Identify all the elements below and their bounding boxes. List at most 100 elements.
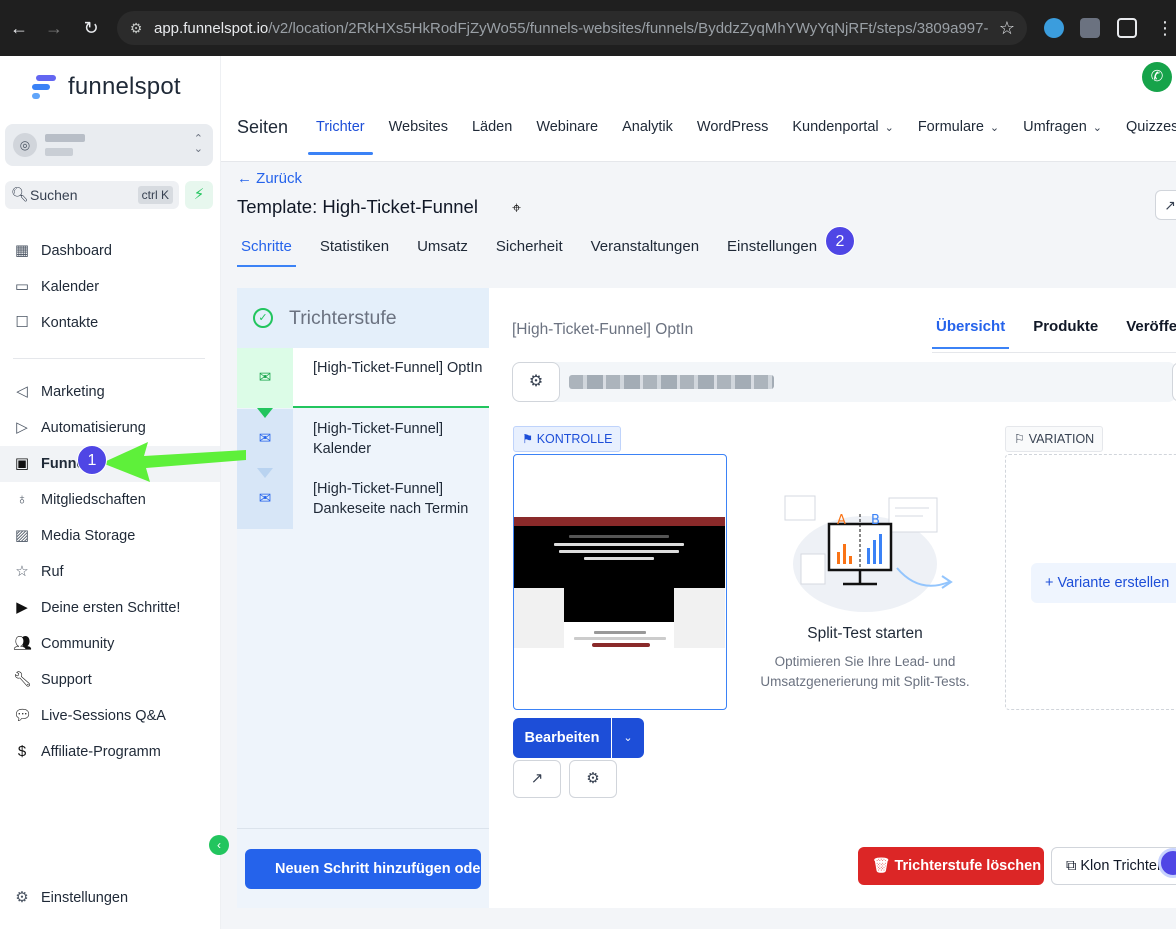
subtab-umsatz[interactable]: Umsatz (413, 236, 472, 267)
tab-label: Trichter (316, 119, 365, 135)
annotation-badge-1: 1 (77, 445, 107, 475)
bookmark-star-icon[interactable]: ☆ (999, 18, 1015, 39)
tab-wordpress[interactable]: WordPress (689, 111, 776, 151)
edit-dropdown-chevron-icon[interactable]: ⌄ (612, 718, 644, 758)
chevron-down-icon: ⌄ (989, 122, 1000, 134)
subtab-statistiken[interactable]: Statistiken (316, 236, 393, 267)
preview-text-line (569, 535, 669, 538)
step-item-optin[interactable]: ✉ [High-Ticket-Funnel] OptIn (237, 348, 489, 408)
quick-actions-bolt-icon[interactable]: ⚡ (185, 181, 213, 209)
subtab-schritte[interactable]: Schritte (237, 236, 296, 267)
menu-dots-icon[interactable]: ⋮ (1154, 17, 1176, 39)
phone-icon[interactable]: ✆ (1142, 62, 1172, 92)
tab-veroeffentlichen[interactable]: Veröffentli (1122, 318, 1176, 349)
sidebar-item-marketing[interactable]: ◁ Marketing (0, 374, 220, 410)
tab-quizzes[interactable]: Quizzes (1118, 111, 1176, 151)
open-external-icon[interactable]: ↗ (1155, 190, 1176, 220)
sidebar-item-media-storage[interactable]: ▨ Media Storage (0, 518, 220, 554)
tab-kundenportal[interactable]: Kundenportal ⌄ (784, 111, 901, 151)
tab-umfragen[interactable]: Umfragen ⌄ (1015, 111, 1110, 151)
sidebar-item-kontakte[interactable]: ☐ Kontakte (0, 305, 220, 341)
tab-uebersicht[interactable]: Übersicht (932, 318, 1010, 349)
tab-label: Umfragen (1023, 119, 1087, 135)
badge-icon: ♁ (16, 491, 28, 508)
page-title: Template: High-Ticket-Funnel (237, 196, 478, 217)
add-step-button[interactable]: Neuen Schritt hinzufügen oder in (245, 849, 481, 889)
step-connector (257, 468, 273, 478)
sidebar-item-affiliate[interactable]: $ Affiliate-Programm (0, 734, 220, 770)
sidebar-item-label: Ruf (41, 564, 64, 580)
check-circle-icon: ✓ (253, 308, 273, 328)
clone-step-button[interactable]: ⧉ Klon Trichterstufe (1051, 847, 1176, 885)
browser-chrome: ← → ↻ ⚙ app.funnelspot.io/v2/location/2R… (0, 0, 1176, 56)
sidebar-item-community[interactable]: 👥︎ Community (0, 626, 220, 662)
extension-icon[interactable] (1044, 18, 1064, 38)
back-arrow-icon[interactable]: ← (8, 17, 30, 39)
sidebar-item-ruf[interactable]: ☆ Ruf (0, 554, 220, 590)
sidebar-item-einstellungen[interactable]: ⚙ Einstellungen (0, 880, 220, 916)
tab-webinare[interactable]: Webinare (528, 111, 606, 151)
subtab-einstellungen[interactable]: Einstellungen (723, 236, 821, 267)
tab-label: Läden (471, 119, 513, 135)
mouse-cursor-icon: ⌖ (512, 200, 522, 217)
split-test-title: Split-Test starten (807, 625, 923, 642)
edit-button[interactable]: Bearbeiten (513, 718, 611, 758)
preview-video (564, 588, 674, 622)
brand-logo[interactable]: funnelspot (32, 72, 181, 102)
gear-icon: ⚙ (15, 889, 29, 906)
delete-step-button[interactable]: 🗑︎ Trichterstufe löschen (858, 847, 1044, 885)
collapse-sidebar-icon[interactable]: ‹ (209, 835, 229, 855)
sidebar-item-erste-schritte[interactable]: ▶ Deine ersten Schritte! (0, 590, 220, 626)
open-preview-icon[interactable]: ↗ (513, 760, 561, 798)
copy-url-button[interactable] (1172, 362, 1176, 402)
extensions-puzzle-icon[interactable] (1117, 18, 1137, 38)
step-item-kalender[interactable]: ✉ [High-Ticket-Funnel] Kalender (237, 408, 489, 469)
account-switcher[interactable]: ◎ ⌃ ⌄ (5, 124, 213, 166)
step-detail-panel: [High-Ticket-Funnel] OptIn Übersicht Pro… (489, 288, 1176, 908)
calendar-icon: ▭ (14, 278, 30, 295)
chevron-down-icon: ⌄ (1092, 122, 1103, 134)
subtab-veranstaltungen[interactable]: Veranstaltungen (587, 236, 703, 267)
preview-text-line (594, 631, 646, 634)
preview-settings-gear-icon[interactable]: ⚙ (569, 760, 617, 798)
sidebar-item-label: Einstellungen (41, 890, 129, 906)
split-test-illustration-icon: A B (784, 495, 953, 612)
reload-icon[interactable]: ↻ (80, 17, 102, 39)
sidebar-item-label: Mitgliedschaften (41, 492, 146, 508)
tab-produkte[interactable]: Produkte (1029, 318, 1102, 349)
variation-tag-label: VARIATION (1028, 432, 1095, 446)
play-icon: ▶ (16, 599, 28, 616)
url-host: app.funnelspot.io (154, 20, 269, 37)
tab-laeden[interactable]: Läden (464, 111, 520, 151)
create-variant-button[interactable]: + Variante erstellen (1031, 563, 1176, 603)
tab-analytik[interactable]: Analytik (614, 111, 681, 151)
search-box[interactable]: 🔍︎ Suchen ctrl K (5, 181, 179, 209)
page-preview-thumbnail[interactable] (513, 454, 727, 710)
sidebar-item-dashboard[interactable]: ▦ Dashboard (0, 233, 220, 269)
sidebar-item-label: Affiliate-Programm (41, 744, 161, 760)
blurred-step-url (569, 375, 774, 389)
sidebar-item-kalender[interactable]: ▭ Kalender (0, 269, 220, 305)
step-label: [High-Ticket-Funnel] Dankeseite nach Ter… (313, 481, 469, 517)
step-item-dankeseite[interactable]: ✉ [High-Ticket-Funnel] Dankeseite nach T… (237, 468, 489, 529)
address-bar[interactable]: ⚙ app.funnelspot.io/v2/location/2RkHXs5H… (117, 11, 1027, 45)
site-settings-icon[interactable]: ⚙ (127, 19, 145, 37)
tab-formulare[interactable]: Formulare ⌄ (910, 111, 1007, 151)
sidebar-item-support[interactable]: 🔧︎ Support (0, 662, 220, 698)
gear-icon[interactable]: ⚙ (512, 362, 560, 402)
tab-websites[interactable]: Websites (381, 111, 456, 151)
forward-arrow-icon[interactable]: → (43, 17, 65, 39)
tab-label: Analytik (622, 119, 673, 135)
sidebar-item-label: Deine ersten Schritte! (41, 600, 181, 616)
tab-trichter[interactable]: Trichter (308, 111, 373, 155)
contacts-icon: ☐ (15, 314, 29, 331)
control-tag-label: KONTROLLE (536, 432, 613, 446)
back-link[interactable]: ← Zurück (237, 170, 302, 187)
step-title: [High-Ticket-Funnel] OptIn (512, 321, 694, 338)
chat-icon: 💬︎ (13, 707, 33, 724)
url-path: /v2/location/2RkHXs5HkRodFjZyWo55/funnel… (268, 20, 989, 37)
sidebar-item-live-sessions[interactable]: 💬︎ Live-Sessions Q&A (0, 698, 220, 734)
subtab-sicherheit[interactable]: Sicherheit (492, 236, 567, 267)
mail-icon: ✉ (237, 348, 293, 408)
devtools-extension-icon[interactable] (1080, 18, 1100, 38)
